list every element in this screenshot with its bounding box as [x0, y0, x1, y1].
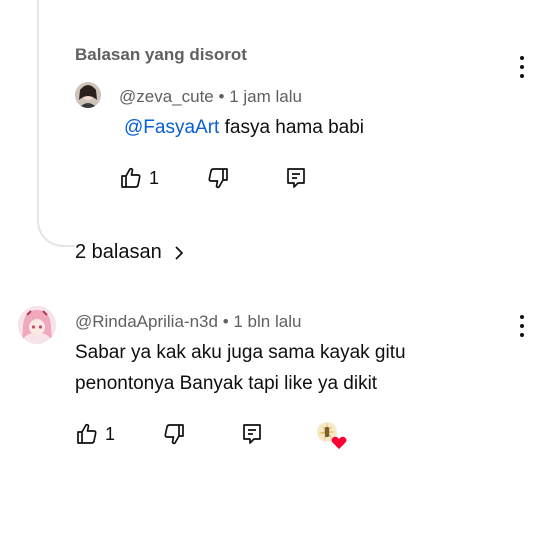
meta-separator: •: [218, 87, 225, 106]
mention-link[interactable]: @FasyaArt: [124, 117, 219, 138]
like-icon: [121, 167, 141, 188]
reply-timestamp[interactable]: 1 jam lalu: [229, 87, 302, 106]
reply-icon: [243, 424, 261, 444]
reply-button[interactable]: [240, 422, 264, 446]
dislike-icon: [208, 168, 228, 189]
reply-button[interactable]: [284, 166, 308, 190]
like-button[interactable]: 1: [119, 166, 159, 190]
thread-connector-line: [37, 0, 75, 247]
dislike-button[interactable]: [162, 422, 186, 446]
like-icon: [77, 423, 97, 444]
previous-actions-cutoff: [74, 0, 274, 4]
comment-meta: @RindaAprilia-n3d • 1 bln lalu: [75, 312, 301, 332]
avatar[interactable]: [75, 82, 101, 108]
reply-text: @FasyaArt fasya hama babi: [124, 112, 364, 143]
creator-heart-icon: [316, 420, 348, 450]
more-vert-icon[interactable]: [514, 56, 530, 78]
view-replies-button[interactable]: 2 balasan: [75, 241, 186, 264]
comment-timestamp[interactable]: 1 bln lalu: [233, 312, 301, 331]
meta-separator: •: [222, 312, 229, 331]
like-count: 1: [105, 423, 116, 444]
dislike-icon: [164, 424, 184, 445]
highlighted-replies-label: Balasan yang disorot: [75, 45, 247, 64]
chevron-right-icon: [175, 245, 183, 260]
like-button[interactable]: 1: [75, 422, 115, 446]
more-vert-icon[interactable]: [514, 315, 530, 337]
reply-icon: [287, 168, 305, 188]
comment-author[interactable]: @RindaAprilia-n3d: [75, 312, 218, 331]
avatar[interactable]: [18, 306, 56, 344]
dislike-button[interactable]: [206, 166, 230, 190]
reply-meta: @zeva_cute • 1 jam lalu: [119, 87, 302, 107]
view-replies-label: 2 balasan: [75, 241, 162, 263]
comment-text: Sabar ya kak aku juga sama kayak gitu pe…: [75, 342, 406, 394]
like-count: 1: [149, 167, 160, 188]
reply-author[interactable]: @zeva_cute: [119, 87, 214, 106]
reply-body: fasya hama babi: [224, 117, 365, 138]
